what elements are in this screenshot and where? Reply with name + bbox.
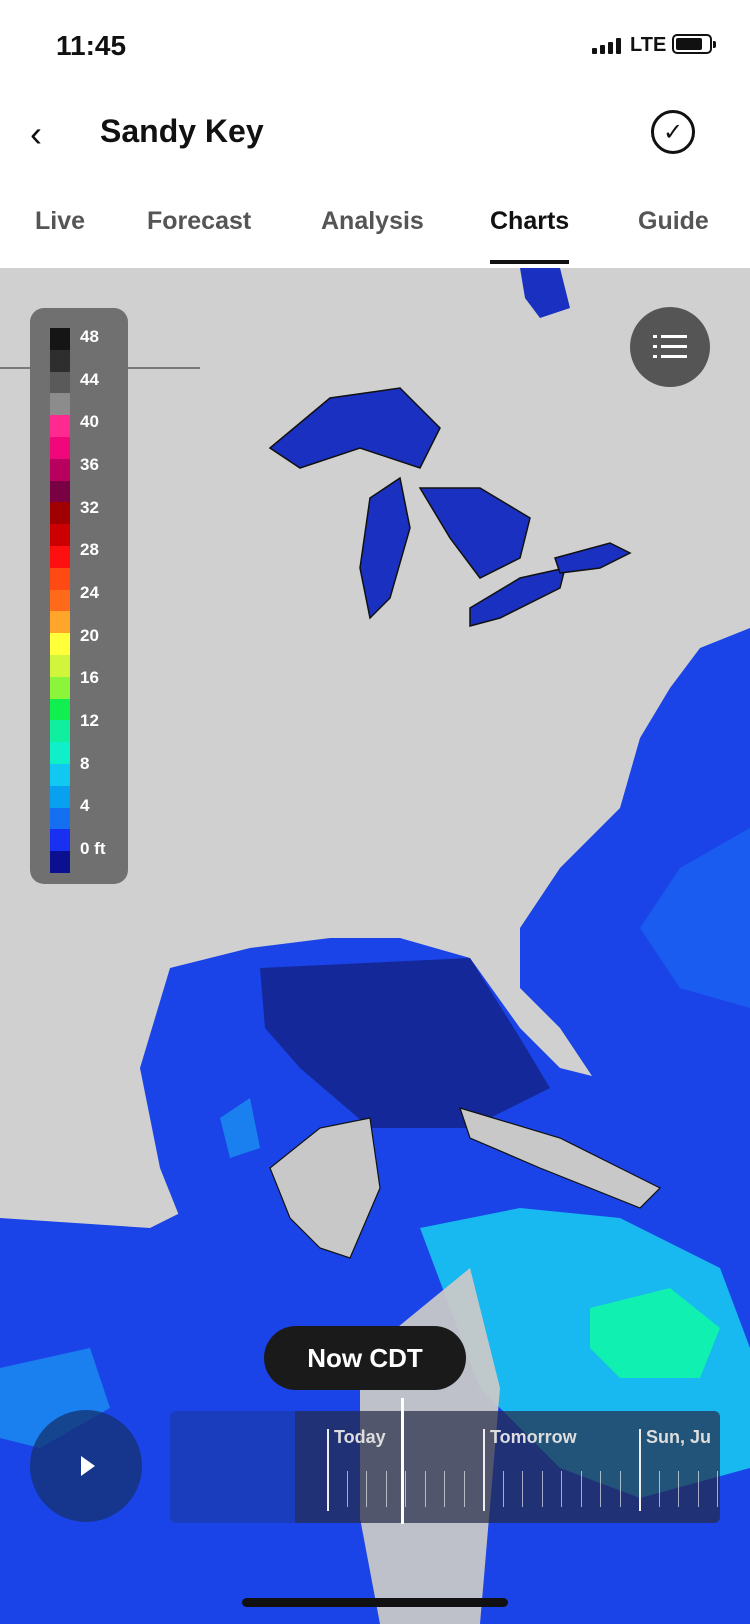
legend-swatch (50, 589, 70, 612)
legend-swatch (50, 480, 70, 503)
tab-live[interactable]: Live (35, 207, 85, 236)
legend-swatch (50, 807, 70, 830)
layers-menu-button[interactable] (630, 307, 710, 387)
timeline-tick (580, 1471, 582, 1507)
header: ‹ Sandy Key ✓ (0, 95, 750, 175)
legend-swatch (50, 785, 70, 808)
status-bar: 11:45 LTE (0, 0, 750, 90)
day-divider (639, 1429, 641, 1511)
timeline-tick (717, 1471, 718, 1507)
timeline-cursor[interactable] (401, 1398, 404, 1524)
legend-swatch (50, 764, 70, 786)
timeline-tick (561, 1471, 562, 1507)
tab-analysis[interactable]: Analysis (321, 207, 424, 236)
legend-label: 32 (80, 498, 99, 517)
legend-label: 44 (80, 370, 99, 389)
legend-swatch (50, 502, 70, 525)
legend-swatch (50, 546, 70, 568)
day-divider (483, 1429, 485, 1511)
battery-icon (672, 34, 716, 54)
timeline-tick (522, 1471, 523, 1507)
legend-swatch (50, 742, 70, 764)
timeline-tick (541, 1471, 543, 1507)
network-type: LTE (630, 34, 667, 56)
legend-label: 0 ft (80, 839, 106, 858)
timeline-tick (424, 1471, 426, 1507)
now-time-label: Now CDT (264, 1326, 466, 1390)
legend-label: 8 (80, 754, 90, 773)
legend-label: 40 (80, 412, 99, 431)
tab-guide[interactable]: Guide (638, 207, 709, 236)
legend-label: 28 (80, 540, 99, 559)
tab-charts[interactable]: Charts (490, 207, 570, 264)
home-indicator (242, 1598, 508, 1607)
page-title: Sandy Key (100, 113, 264, 149)
tab-forecast[interactable]: Forecast (147, 207, 251, 236)
timeline-tick (444, 1471, 445, 1507)
legend-label: 36 (80, 455, 99, 474)
timeline-tick (502, 1471, 504, 1507)
legend-swatch (50, 851, 70, 873)
clock: 11:45 (56, 30, 127, 61)
timeline-scrubber[interactable]: Today Tomorrow Sun, Ju (170, 1411, 720, 1523)
list-icon (653, 335, 687, 359)
legend-swatch (50, 524, 70, 546)
wave-height-legend: 48 44 40 36 32 28 24 20 16 12 8 4 0 ft (30, 308, 128, 884)
legend-swatch (50, 567, 70, 590)
timeline-tick (658, 1471, 660, 1507)
legend-label: 20 (80, 626, 99, 645)
timeline-tick (346, 1471, 348, 1507)
legend-swatch (50, 720, 70, 743)
timeline-tick (697, 1471, 699, 1507)
legend-swatch (50, 393, 70, 416)
checkmark-circle-icon[interactable]: ✓ (651, 110, 695, 154)
play-icon (81, 1456, 95, 1476)
day-divider (327, 1429, 329, 1511)
legend-swatch (50, 655, 70, 677)
timeline-tick (463, 1471, 465, 1507)
timeline-tick (405, 1471, 406, 1507)
tab-bar: Live Forecast Analysis Charts Guide (0, 195, 750, 268)
legend-swatch (50, 328, 70, 350)
legend-swatch (50, 371, 70, 394)
legend-swatch (50, 437, 70, 459)
signal-icon (592, 38, 621, 54)
legend-swatch (50, 415, 70, 437)
legend-label: 12 (80, 711, 99, 730)
legend-swatch (50, 349, 70, 372)
timeline-tick (678, 1471, 679, 1507)
timeline-tick (366, 1471, 367, 1507)
day-label-today: Today (334, 1427, 386, 1447)
play-button[interactable] (30, 1410, 142, 1522)
legend-label: 24 (80, 583, 99, 602)
chevron-left-icon[interactable]: ‹ (30, 113, 70, 154)
timeline-tick (600, 1471, 601, 1507)
legend-swatch (50, 698, 70, 721)
legend-label: 16 (80, 668, 99, 687)
legend-swatch (50, 458, 70, 481)
timeline-tick (385, 1471, 387, 1507)
timeline-tick (619, 1471, 621, 1507)
day-label-sun: Sun, Ju (646, 1427, 712, 1447)
legend-label: 48 (80, 327, 99, 346)
legend-label: 4 (80, 796, 90, 815)
legend-swatch (50, 676, 70, 699)
legend-swatch (50, 611, 70, 634)
legend-swatch (50, 633, 70, 655)
legend-swatch (50, 829, 70, 852)
day-label-tomorrow: Tomorrow (490, 1427, 577, 1447)
